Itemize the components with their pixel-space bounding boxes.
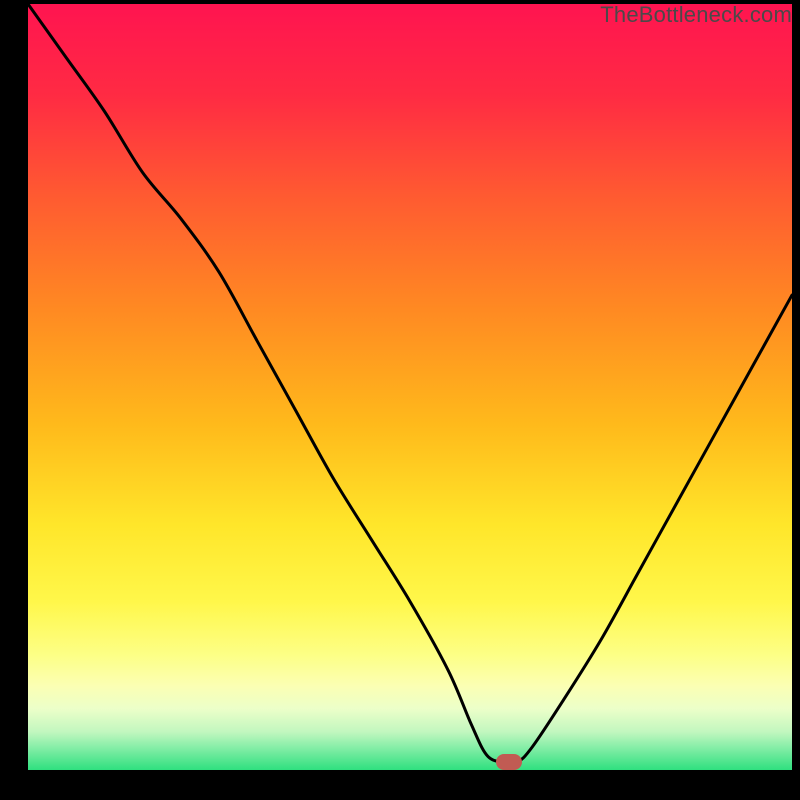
minimum-marker xyxy=(496,754,522,770)
chart-frame: TheBottleneck.com xyxy=(0,0,800,800)
plot-area xyxy=(28,4,792,770)
watermark-text: TheBottleneck.com xyxy=(600,2,792,28)
gradient-background xyxy=(28,4,792,770)
